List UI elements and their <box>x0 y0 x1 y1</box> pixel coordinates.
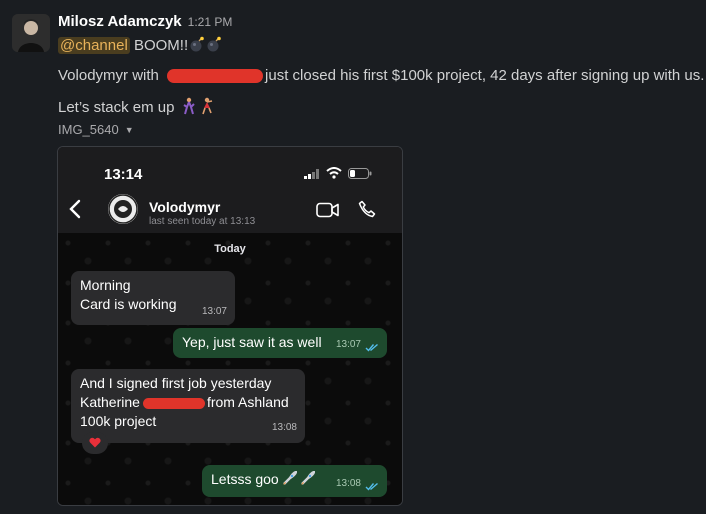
double-check-icon <box>365 343 378 352</box>
author-name[interactable]: Milosz Adamczyk <box>58 13 182 30</box>
message-text: Yep, just saw it as well <box>182 334 322 350</box>
contact-avatar[interactable] <box>108 194 138 224</box>
last-seen: last seen today at 13:13 <box>149 216 256 227</box>
message-time: 13:07 <box>201 306 227 317</box>
message-text: Letsss goo <box>211 471 279 487</box>
double-check-icon <box>365 482 378 491</box>
back-icon[interactable] <box>66 197 86 221</box>
incoming-message[interactable]: Morning Card is working 13:07 <box>71 271 235 325</box>
phone-clock: 13:14 <box>104 166 143 183</box>
channel-mention[interactable]: @channel <box>58 37 130 54</box>
outgoing-message[interactable]: Letsss goo 13:08 <box>202 465 387 497</box>
file-name[interactable]: IMG_5640 ▼ <box>58 122 134 137</box>
rocket-icon <box>299 470 316 487</box>
message-time: 13:08 <box>271 422 297 433</box>
message-header: Milosz Adamczyk 1:21 PM <box>58 13 232 31</box>
message-text: Katherine <box>80 394 140 410</box>
heart-icon <box>89 437 101 448</box>
message-line-3: Let’s stack em up <box>58 97 215 116</box>
message-text: And I signed first job yesterday <box>80 375 272 391</box>
timestamp[interactable]: 1:21 PM <box>188 15 233 29</box>
message-time: 13:08 <box>335 478 361 489</box>
line2-suffix: just closed his first $100k project, 42 … <box>265 67 705 84</box>
message-line-2: Volodymyr with just closed his first $10… <box>58 67 704 84</box>
bomb-icon <box>206 36 222 52</box>
dancer-icon <box>181 97 197 115</box>
attached-image[interactable]: 13:14 Volodymyr last seen today at 13:13… <box>57 146 403 506</box>
dancer-icon <box>199 97 215 115</box>
redaction-mark <box>167 69 264 84</box>
line3-text: Let’s stack em up <box>58 99 175 116</box>
message-text: 100k project <box>80 413 157 429</box>
contact-name[interactable]: Volodymyr <box>149 199 220 215</box>
boom-text: BOOM!! <box>133 37 189 54</box>
video-call-icon[interactable] <box>316 202 340 218</box>
line2-prefix: Volodymyr with <box>58 67 159 84</box>
signal-icon <box>304 169 319 179</box>
outgoing-message[interactable]: Yep, just saw it as well 13:07 <box>173 328 387 358</box>
rocket-icon <box>281 470 298 487</box>
message-text-line: Katherine from Ashland <box>80 393 296 412</box>
battery-icon <box>348 168 372 179</box>
file-name-label: IMG_5640 <box>58 122 119 137</box>
incoming-message[interactable]: And I signed first job yesterday Katheri… <box>71 369 305 443</box>
message-text: Morning <box>80 277 131 293</box>
wifi-icon <box>326 167 342 179</box>
redaction-mark <box>142 397 205 409</box>
avatar[interactable] <box>12 14 50 52</box>
day-divider: Today <box>214 243 246 255</box>
chevron-down-icon[interactable]: ▼ <box>125 125 134 135</box>
message-text: from Ashland <box>206 394 289 410</box>
bomb-icon <box>189 36 205 52</box>
phone-call-icon[interactable] <box>358 200 376 218</box>
heart-reaction[interactable] <box>82 432 108 454</box>
message-time: 13:07 <box>335 339 361 350</box>
chat-header: Volodymyr last seen today at 13:13 <box>58 187 402 234</box>
message-line-1: @channel BOOM!! <box>58 36 222 54</box>
phone-status-bar: 13:14 <box>58 147 402 187</box>
